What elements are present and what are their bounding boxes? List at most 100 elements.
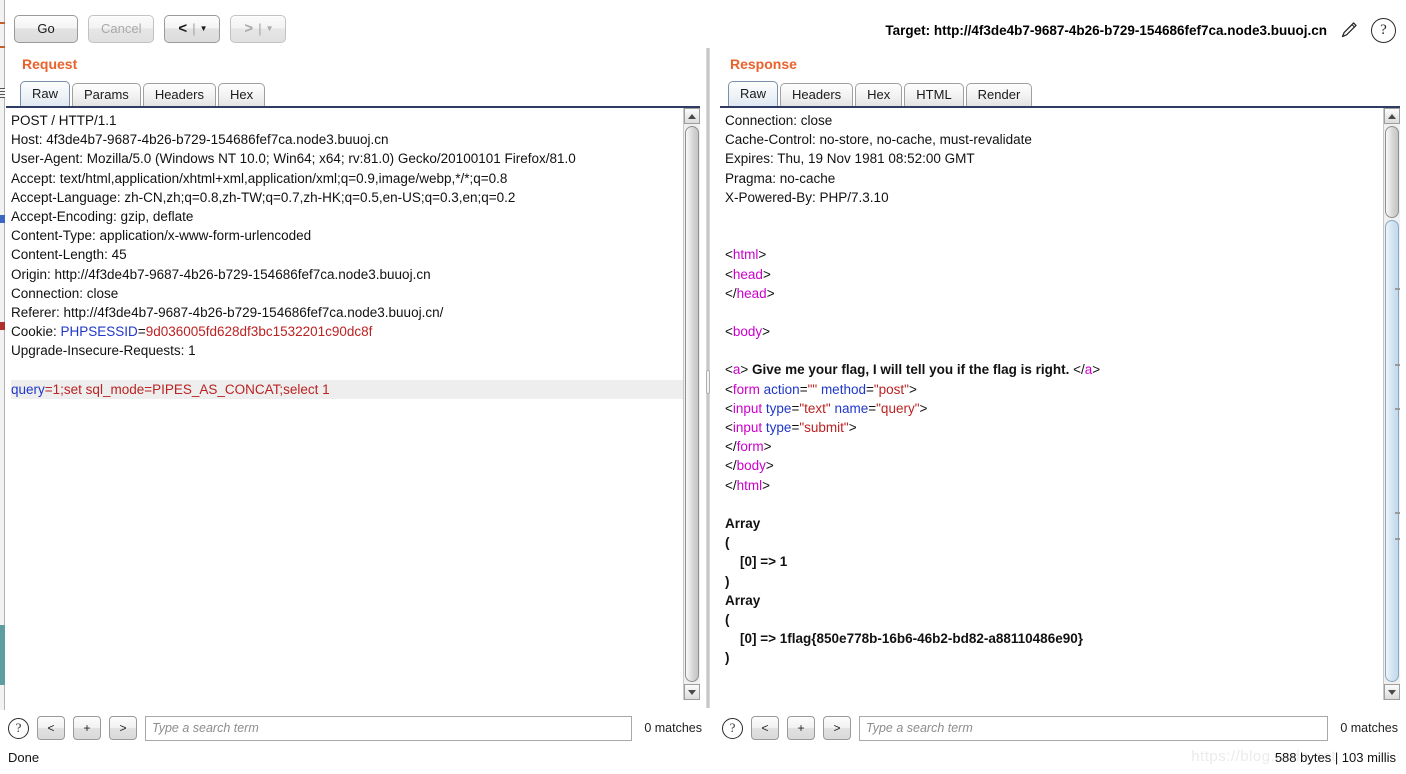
editor-text: = xyxy=(799,381,808,397)
editor-line: </head> xyxy=(725,284,1383,303)
editor-text: = xyxy=(868,400,877,416)
tab-raw[interactable]: Raw xyxy=(728,81,779,106)
panel-splitter[interactable] xyxy=(706,48,710,708)
splitter-grip[interactable] xyxy=(706,370,710,394)
status-text: Done xyxy=(8,750,40,765)
tab-render[interactable]: Render xyxy=(965,83,1033,106)
help-icon[interactable]: ? xyxy=(8,717,29,739)
help-icon[interactable]: ? xyxy=(722,717,743,739)
back-button[interactable]: < | ▼ xyxy=(164,15,221,43)
help-icon[interactable]: ? xyxy=(1371,17,1396,43)
chevron-down-icon[interactable]: ▼ xyxy=(197,16,211,42)
editor-line: Connection: close xyxy=(725,111,1383,130)
editor-text: form xyxy=(736,439,764,455)
editor-line: <a> Give me your flag, I will tell you i… xyxy=(725,360,1383,379)
editor-text: Cookie: xyxy=(11,324,61,340)
target-url-label: Target: http://4f3de4b7-9687-4b26-b729-1… xyxy=(885,22,1327,38)
editor-text: html xyxy=(736,477,763,493)
editor-text: > xyxy=(763,439,772,455)
editor-text: > xyxy=(919,400,928,416)
editor-text: > xyxy=(1092,362,1101,378)
editor-text: > xyxy=(758,247,767,263)
tab-raw[interactable]: Raw xyxy=(20,81,71,106)
forward-button[interactable]: > | ▼ xyxy=(230,15,287,43)
search-next-button[interactable]: > xyxy=(109,716,137,740)
scrollbar-thumb[interactable] xyxy=(685,126,699,682)
editor-text: action xyxy=(763,381,800,397)
editor-text: [0] => 1flag{850e778b-16b6-46b2-bd82-a88… xyxy=(725,631,1083,647)
editor-text: < xyxy=(725,324,733,340)
editor-text: Accept-Encoding: gzip, deflate xyxy=(11,208,194,224)
request-editor[interactable]: POST / HTTP/1.1 Host: 4f3de4b7-9687-4b26-… xyxy=(6,108,683,700)
editor-text: </ xyxy=(1073,362,1085,378)
response-editor[interactable]: Connection: close Cache-Control: no-store… xyxy=(720,108,1383,700)
scrollbar-thumb[interactable] xyxy=(1385,126,1399,218)
editor-text: Content-Type: application/x-www-form-url… xyxy=(11,228,312,244)
editor-line: Referer: http://4f3de4b7-9687-4b26-b729-… xyxy=(11,303,683,322)
search-input[interactable] xyxy=(859,715,1329,741)
response-vertical-scrollbar[interactable] xyxy=(1383,108,1400,700)
search-add-button[interactable]: + xyxy=(73,716,101,740)
pencil-icon[interactable] xyxy=(1337,18,1361,42)
editor-text: Accept-Language: zh-CN,zh;q=0.8,zh-TW;q=… xyxy=(11,189,516,205)
editor-line: Connection: close xyxy=(11,284,683,303)
editor-text: </ xyxy=(725,439,737,455)
editor-text: "post" xyxy=(873,381,909,397)
edge-marker-red xyxy=(0,322,5,330)
scroll-up-icon[interactable] xyxy=(1384,108,1400,124)
editor-text: Referer: http://4f3de4b7-9687-4b26-b729-… xyxy=(11,304,444,320)
scroll-up-icon[interactable] xyxy=(684,108,700,124)
editor-text: Accept: text/html,application/xhtml+xml,… xyxy=(11,170,508,186)
scroll-down-icon[interactable] xyxy=(684,684,700,700)
editor-text: < xyxy=(725,420,733,435)
scrollbar-marker xyxy=(1395,408,1400,410)
tab-hex[interactable]: Hex xyxy=(217,83,266,106)
request-vertical-scrollbar[interactable] xyxy=(683,108,700,700)
editor-text: = xyxy=(865,381,874,397)
editor-line: Pragma: no-cache xyxy=(725,169,1383,188)
editor-line: Accept-Language: zh-CN,zh;q=0.8,zh-TW;q=… xyxy=(11,188,683,207)
search-prev-button[interactable]: < xyxy=(37,716,65,740)
request-search-bar: ? < + > 0 matches xyxy=(8,712,702,744)
back-arrow-icon: < xyxy=(178,20,188,37)
editor-line: <body> xyxy=(725,322,1383,341)
search-prev-button[interactable]: < xyxy=(751,716,779,740)
editor-line: Array xyxy=(725,514,1383,533)
tab-hex[interactable]: Hex xyxy=(855,83,903,106)
editor-text: Array xyxy=(725,515,761,531)
editor-text: form xyxy=(732,381,764,397)
go-button[interactable]: Go xyxy=(14,15,78,43)
response-panel: Response Raw Headers Hex HTML Render Connect… xyxy=(720,56,1400,700)
editor-text: > xyxy=(766,285,775,301)
scroll-down-icon[interactable] xyxy=(1384,684,1400,700)
burp-repeater-window: Go Cancel < | ▼ > | ▼ Target: http://4f3… xyxy=(0,0,1406,774)
request-panel: Request Raw Params Headers Hex POST / HTTP/… xyxy=(6,56,700,700)
editor-line: Array xyxy=(725,591,1383,610)
repeater-toolbar: Go Cancel < | ▼ > | ▼ xyxy=(14,15,287,43)
editor-line: Upgrade-Insecure-Requests: 1 xyxy=(11,341,683,360)
search-next-button[interactable]: > xyxy=(823,716,851,740)
editor-line: Content-Length: 45 xyxy=(11,245,683,264)
editor-text: Host: 4f3de4b7-9687-4b26-b729-154686fef7… xyxy=(11,132,389,148)
tab-params[interactable]: Params xyxy=(72,83,141,106)
editor-line: <head> xyxy=(725,265,1383,284)
editor-text: < xyxy=(725,266,733,282)
search-input[interactable] xyxy=(145,715,633,741)
editor-text: > xyxy=(765,458,774,474)
cancel-button[interactable]: Cancel xyxy=(88,15,155,43)
editor-line: User-Agent: Mozilla/5.0 (Windows NT 10.0… xyxy=(11,149,683,168)
editor-line: </html> xyxy=(725,476,1383,495)
editor-line: Cookie: PHPSESSID=9d036005fd628df3bc1532… xyxy=(11,322,683,341)
tab-headers[interactable]: Headers xyxy=(780,83,854,106)
scrollbar-marker xyxy=(1395,288,1400,290)
tab-html[interactable]: HTML xyxy=(904,83,964,106)
search-add-button[interactable]: + xyxy=(787,716,815,740)
chevron-down-icon[interactable]: ▼ xyxy=(263,16,277,42)
editor-line: Accept: text/html,application/xhtml+xml,… xyxy=(11,169,683,188)
match-count-label: 0 matches xyxy=(1340,721,1398,735)
tab-headers[interactable]: Headers xyxy=(142,83,216,106)
editor-line: Accept-Encoding: gzip, deflate xyxy=(11,207,683,226)
editor-text: ( xyxy=(725,535,730,551)
